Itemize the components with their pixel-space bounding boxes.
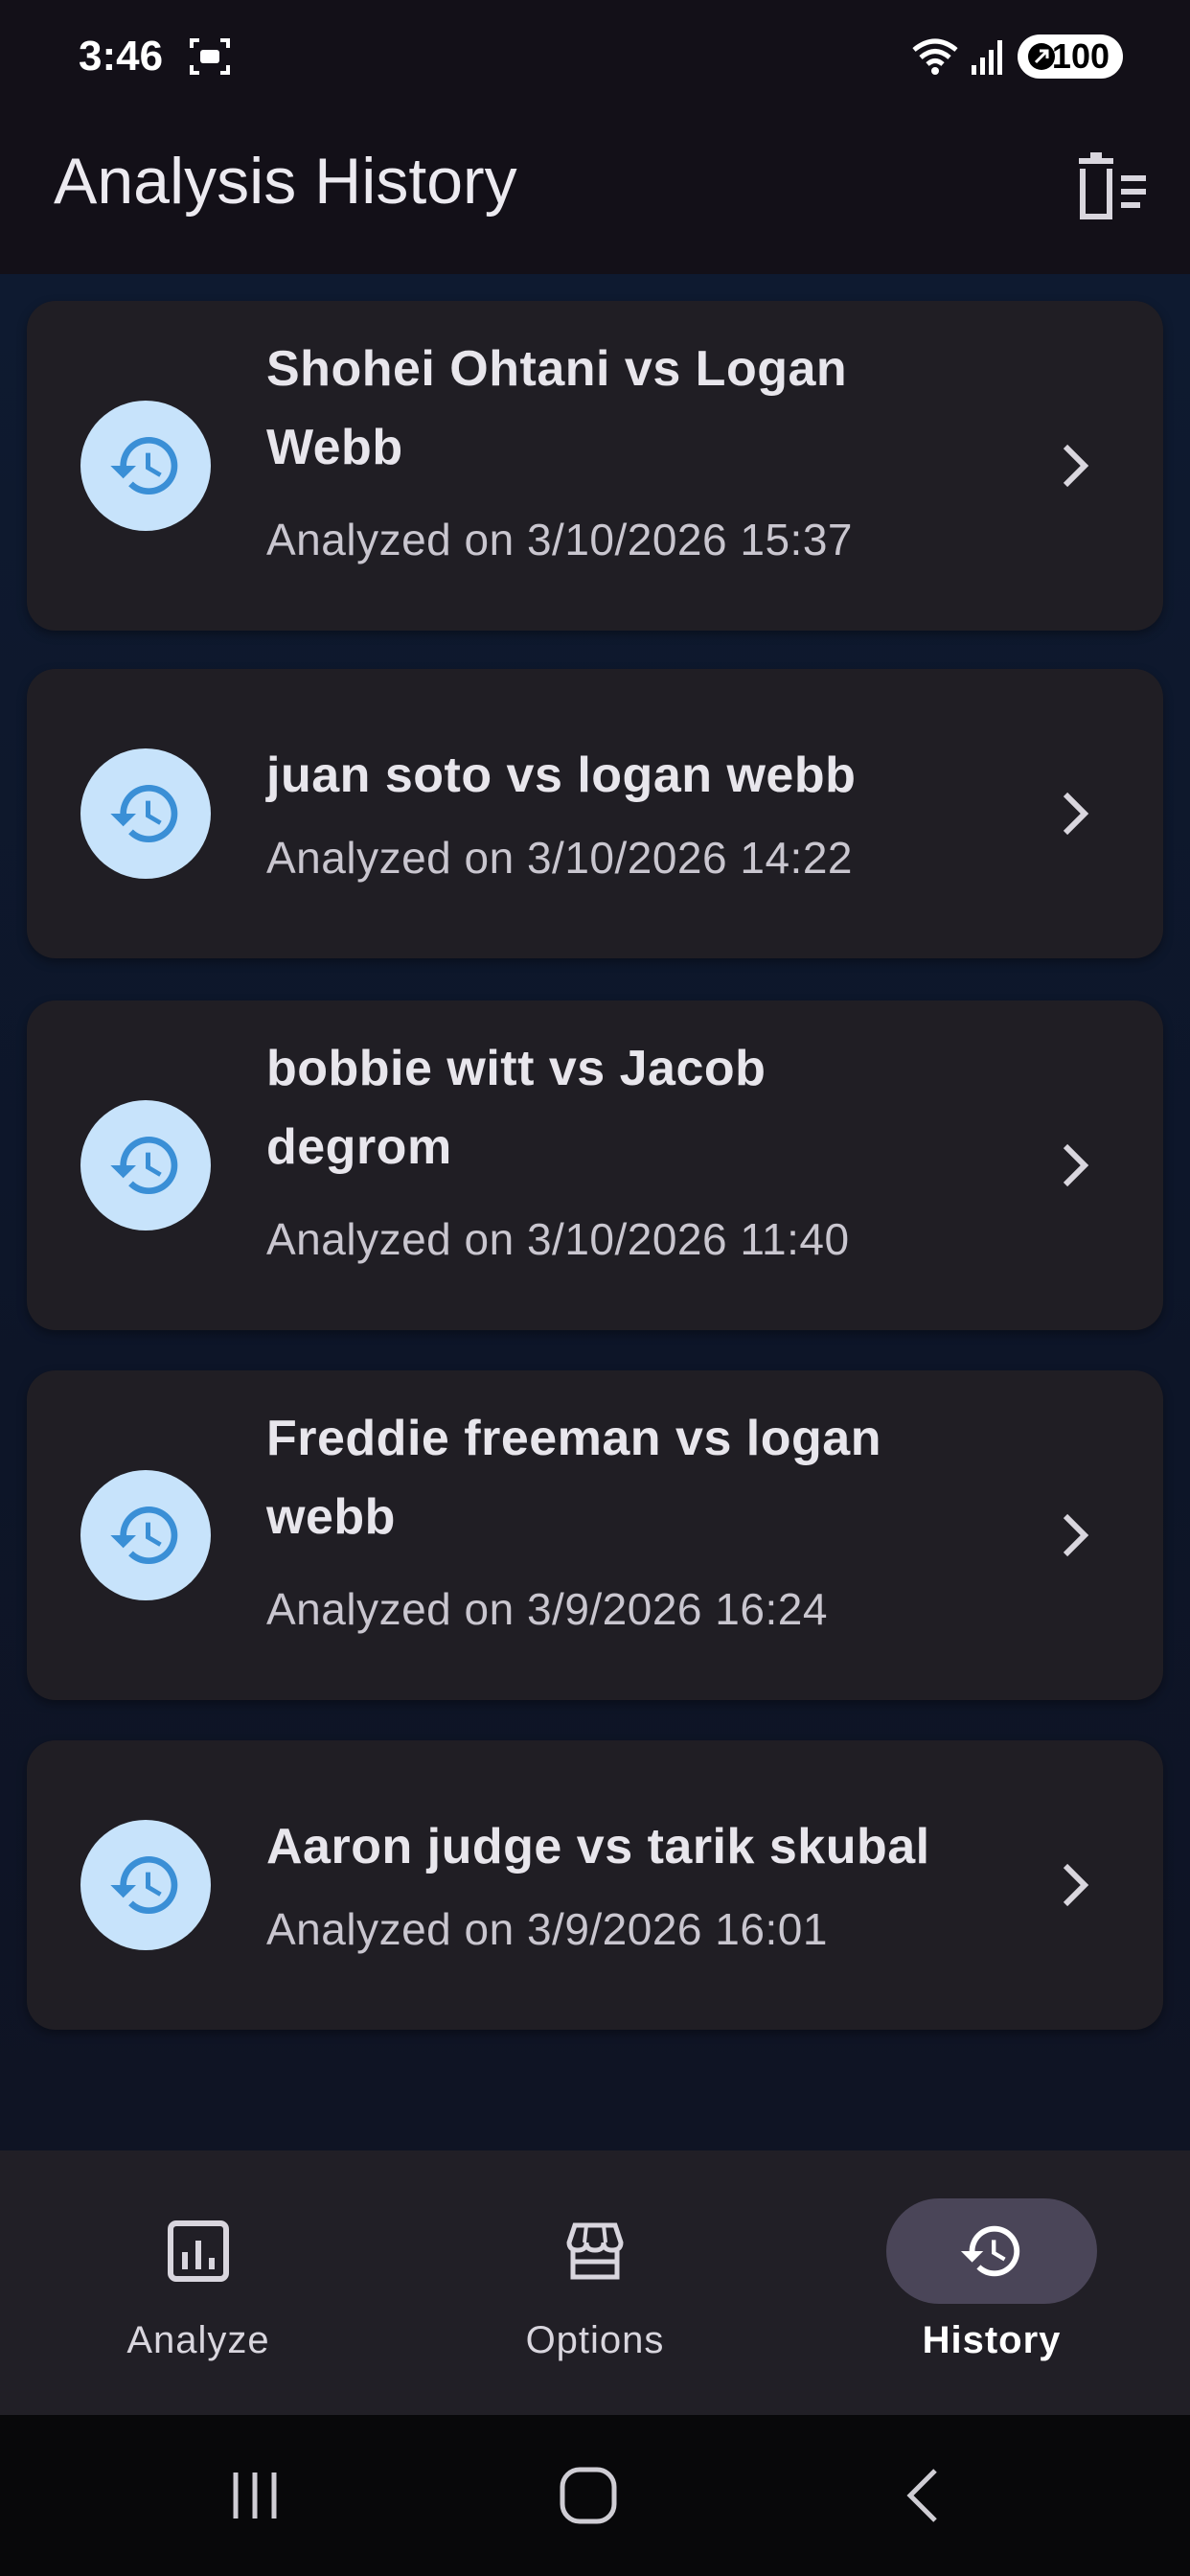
chevron-right-icon: [1063, 444, 1089, 488]
history-subtitle: Analyzed on 3/10/2026 15:37: [266, 515, 853, 564]
signal-icon: [972, 40, 1002, 75]
screenshot-icon: [190, 38, 230, 75]
battery-level: 100: [1051, 36, 1110, 76]
status-time: 3:46: [79, 33, 164, 80]
history-avatar: [80, 1100, 211, 1230]
storefront-icon: [566, 2222, 624, 2280]
nav-item-history[interactable]: History: [793, 2150, 1190, 2415]
chevron-right-icon: [1063, 792, 1089, 836]
status-bar: 3:46 100: [0, 0, 1190, 115]
chevron-right-icon: [1063, 1143, 1089, 1187]
history-item[interactable]: Shohei Ohtani vs Logan Webb Analyzed on …: [27, 301, 1163, 631]
battery-saver-icon: [1028, 43, 1055, 70]
history-icon: [110, 1137, 178, 1194]
history-avatar: [80, 1470, 211, 1600]
history-subtitle: Analyzed on 3/10/2026 11:40: [266, 1214, 850, 1264]
history-title: Aaron judge vs tarik skubal: [266, 1819, 930, 1874]
history-list: Shohei Ohtani vs Logan Webb Analyzed on …: [0, 274, 1190, 2150]
chevron-right-icon: [1063, 1863, 1089, 1907]
history-item[interactable]: Freddie freeman vs logan webb Analyzed o…: [27, 1370, 1163, 1700]
history-item[interactable]: bobbie witt vs Jacob degrom Analyzed on …: [27, 1000, 1163, 1330]
history-subtitle: Analyzed on 3/10/2026 14:22: [266, 833, 853, 883]
history-avatar: [80, 748, 211, 879]
history-icon: [110, 785, 178, 842]
history-subtitle: Analyzed on 3/9/2026 16:01: [266, 1904, 828, 1954]
nav-item-options[interactable]: Options: [397, 2150, 793, 2415]
bottom-navigation: Analyze Options History: [0, 2150, 1190, 2415]
history-icon: [110, 437, 178, 494]
history-title: bobbie witt vs Jacob degrom: [266, 1041, 767, 1175]
page-title: Analysis History: [54, 145, 517, 218]
history-title: Freddie freeman vs logan webb: [266, 1411, 881, 1545]
recent-apps-icon[interactable]: [226, 2467, 284, 2524]
history-title: juan soto vs logan webb: [266, 748, 857, 803]
chevron-right-icon: [1063, 1513, 1089, 1557]
nav-label: Analyze: [126, 2319, 270, 2361]
history-avatar: [80, 401, 211, 531]
nav-item-analyze[interactable]: Analyze: [0, 2150, 397, 2415]
history-icon: [110, 1506, 178, 1564]
clear-all-icon[interactable]: [1069, 148, 1152, 230]
history-title: Shohei Ohtani vs Logan Webb: [266, 341, 848, 475]
history-item[interactable]: juan soto vs logan webb Analyzed on 3/10…: [27, 669, 1163, 958]
home-icon[interactable]: [558, 2465, 619, 2526]
wifi-icon: [912, 38, 958, 75]
history-icon: [960, 2225, 1020, 2277]
history-icon: [110, 1856, 178, 1914]
bar-chart-icon: [168, 2220, 229, 2282]
battery-indicator: 100: [1018, 34, 1123, 79]
nav-label: Options: [525, 2319, 665, 2361]
history-subtitle: Analyzed on 3/9/2026 16:24: [266, 1584, 828, 1634]
back-icon[interactable]: [899, 2465, 947, 2526]
history-avatar: [80, 1820, 211, 1950]
nav-label: History: [922, 2319, 1062, 2361]
system-navigation-bar: [0, 2415, 1190, 2576]
app-bar: Analysis History: [0, 115, 1190, 274]
history-item[interactable]: Aaron judge vs tarik skubal Analyzed on …: [27, 1740, 1163, 2030]
